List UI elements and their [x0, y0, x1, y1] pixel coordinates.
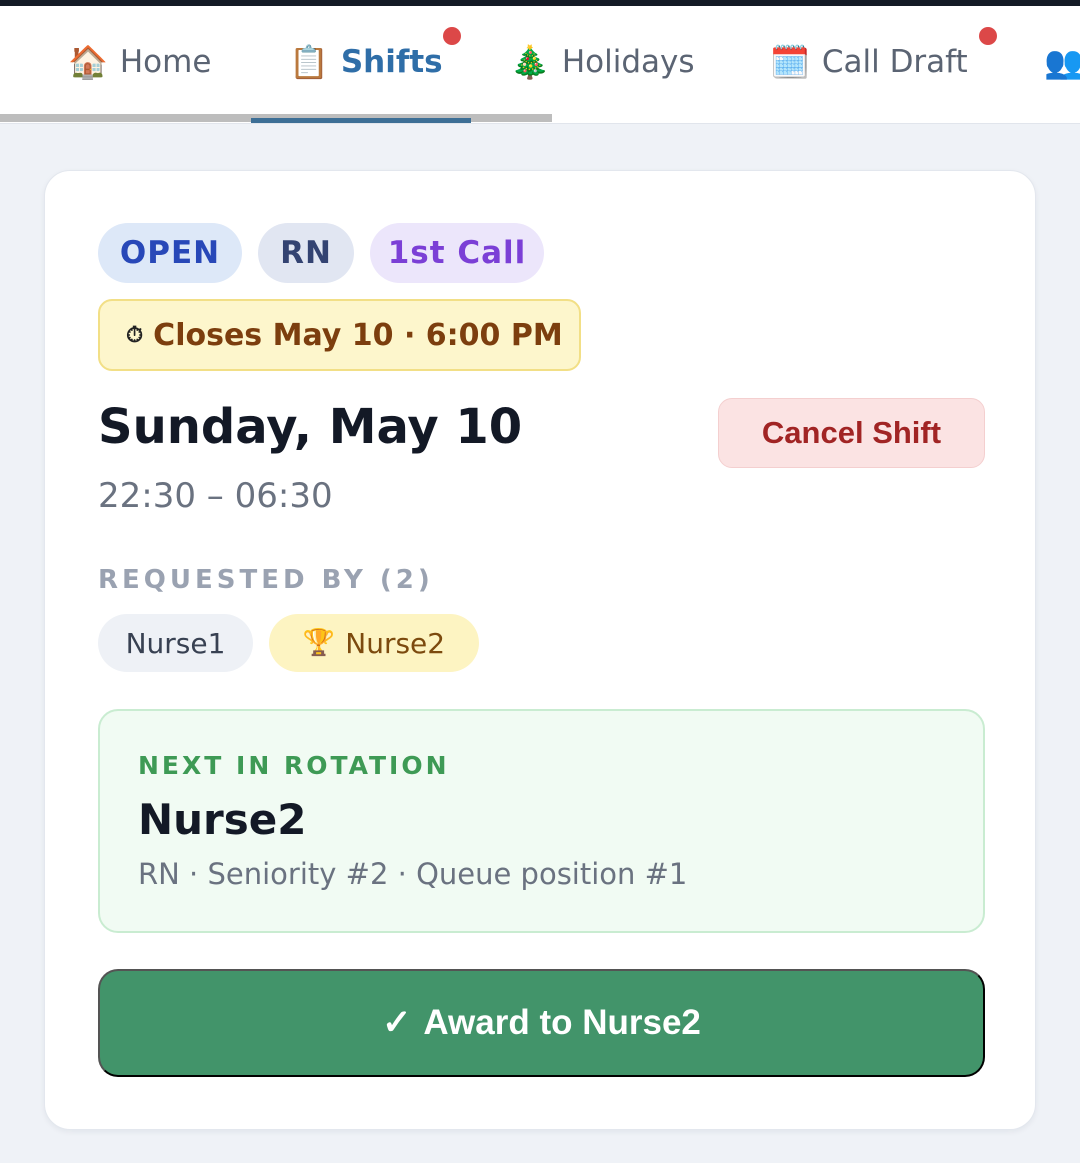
- tab-label: Holidays: [561, 44, 695, 80]
- rotation-nurse-name: Nurse2: [138, 795, 307, 844]
- shifts-notification-dot: [443, 27, 461, 45]
- requester-name: Nurse2: [345, 626, 446, 660]
- award-label: Award to Nurse2: [423, 1003, 701, 1042]
- trophy-icon: 🏆: [302, 628, 336, 658]
- tab-holidays[interactable]: 🎄 Holidays: [510, 6, 695, 118]
- requester-chip[interactable]: Nurse1: [98, 614, 253, 672]
- stopwatch-icon: ⏱: [126, 322, 144, 348]
- closing-time-banner: ⏱ Closes May 10 · 6:00 PM: [98, 299, 581, 371]
- tab-shifts[interactable]: 📋 Shifts: [289, 6, 443, 118]
- award-button[interactable]: ✓ Award to Nurse2: [98, 969, 985, 1077]
- requester-chip-winner[interactable]: 🏆 Nurse2: [269, 614, 479, 672]
- tab-label: Home: [119, 44, 212, 80]
- tab-home[interactable]: 🏠 Home: [68, 6, 211, 118]
- cancel-shift-button[interactable]: Cancel Shift: [718, 398, 985, 468]
- tab-bar: 🏠 Home 📋 Shifts 🎄 Holidays 🗓️ Call Draft…: [0, 6, 1080, 124]
- shift-card: OPEN RN 1st Call ⏱ Closes May 10 · 6:00 …: [44, 170, 1036, 1130]
- call-badge: 1st Call: [370, 223, 544, 283]
- closing-time-text: Closes May 10 · 6:00 PM: [153, 317, 563, 353]
- house-icon: 🏠: [68, 43, 108, 81]
- active-tab-indicator: [251, 118, 471, 123]
- next-in-rotation-panel: NEXT IN ROTATION Nurse2 RN · Seniority #…: [98, 709, 985, 933]
- tab-label: Call Draft: [821, 44, 968, 80]
- rotation-label: NEXT IN ROTATION: [138, 751, 450, 780]
- tab-call-draft[interactable]: 🗓️ Call Draft: [770, 6, 968, 118]
- clipboard-icon: 📋: [289, 43, 329, 81]
- requested-by-label: REQUESTED BY (2): [98, 565, 434, 595]
- calendar-icon: 🗓️: [770, 43, 810, 81]
- tree-icon: 🎄: [510, 43, 550, 81]
- checkmark-icon: ✓: [382, 1003, 412, 1042]
- call-draft-notification-dot: [979, 27, 997, 45]
- shift-time-range: 22:30 – 06:30: [98, 476, 333, 516]
- role-badge: RN: [258, 223, 354, 283]
- tab-staff[interactable]: 👥: [1044, 6, 1080, 118]
- requester-name: Nurse1: [125, 626, 226, 660]
- shift-date: Sunday, May 10: [98, 399, 523, 455]
- status-badge: OPEN: [98, 223, 242, 283]
- people-icon: 👥: [1044, 43, 1080, 81]
- rotation-details: RN · Seniority #2 · Queue position #1: [138, 857, 688, 891]
- tab-label: Shifts: [340, 44, 443, 80]
